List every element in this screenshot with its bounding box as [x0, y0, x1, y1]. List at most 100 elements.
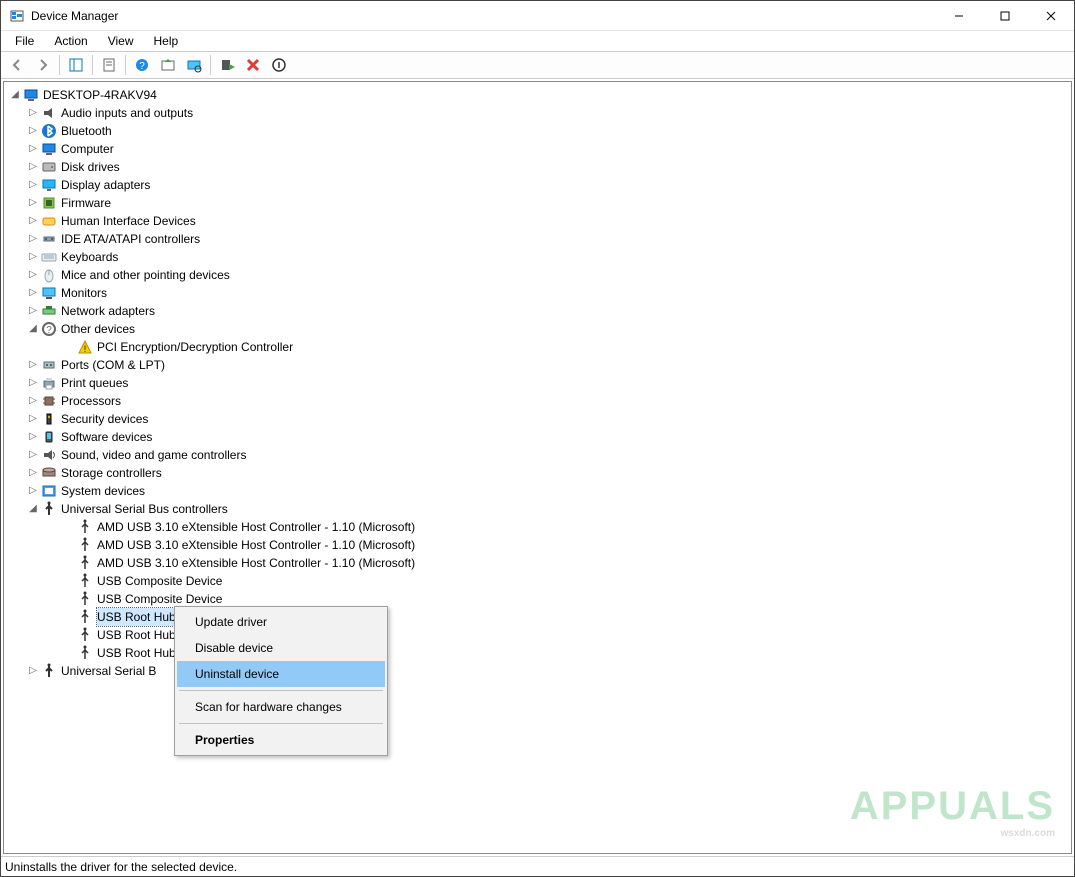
tree-item-label: USB Composite Device: [97, 572, 222, 590]
menu-file[interactable]: File: [7, 32, 42, 50]
expand-arrow-icon[interactable]: ▷: [26, 356, 40, 374]
menu-view[interactable]: View: [100, 32, 142, 50]
expand-arrow-icon[interactable]: ▷: [26, 140, 40, 158]
display-icon: [40, 177, 58, 193]
help-button[interactable]: ?: [130, 53, 154, 77]
expand-arrow-icon[interactable]: ▷: [26, 482, 40, 500]
expand-arrow-icon[interactable]: ▷: [26, 302, 40, 320]
tree-item-usb-composite-device[interactable]: USB Composite Device: [8, 590, 1067, 608]
toolbar: ?: [1, 51, 1074, 79]
computer-icon: [22, 87, 40, 103]
expand-arrow-icon[interactable]: ▷: [26, 176, 40, 194]
tree-item-universal-serial-bus-controllers[interactable]: ◢ Universal Serial Bus controllers: [8, 500, 1067, 518]
tree-item-keyboards[interactable]: ▷Keyboards: [8, 248, 1067, 266]
expand-arrow-icon[interactable]: ▷: [26, 158, 40, 176]
ctx-update-driver[interactable]: Update driver: [177, 609, 385, 635]
expand-arrow-icon[interactable]: ▷: [26, 248, 40, 266]
tree-item-software-devices[interactable]: ▷Software devices: [8, 428, 1067, 446]
tree-item-usb-root-hub-usb-3-0[interactable]: USB Root Hub: [8, 608, 1067, 626]
expand-arrow-icon[interactable]: ◢: [8, 86, 22, 104]
tree-item-computer[interactable]: ▷ Computer: [8, 140, 1067, 158]
tree-item-label: Human Interface Devices: [61, 212, 196, 230]
expand-arrow-icon[interactable]: ▷: [26, 662, 40, 680]
expand-arrow-icon[interactable]: ▷: [26, 428, 40, 446]
expand-arrow-icon[interactable]: ▷: [26, 284, 40, 302]
expand-arrow-icon[interactable]: ▷: [26, 446, 40, 464]
forward-button[interactable]: [31, 53, 55, 77]
tree-item-label: Print queues: [61, 374, 128, 392]
ctx-disable-device[interactable]: Disable device: [177, 635, 385, 661]
svg-text:?: ?: [139, 61, 145, 72]
tree-item-label: Firmware: [61, 194, 111, 212]
expand-arrow-icon[interactable]: ▷: [26, 104, 40, 122]
tree-item-label: Computer: [61, 140, 114, 158]
tree-item-mice-and-other-pointing-devices[interactable]: ▷Mice and other pointing devices: [8, 266, 1067, 284]
tree-item-usb-root-hub-usb-3-0[interactable]: USB Root Hub: [8, 644, 1067, 662]
expand-arrow-icon[interactable]: ▷: [26, 212, 40, 230]
ctx-uninstall-device[interactable]: Uninstall device: [177, 661, 385, 687]
port-icon: [40, 357, 58, 373]
storage-icon: [40, 465, 58, 481]
expand-arrow-icon[interactable]: ◢: [26, 500, 40, 518]
tree-item-audio-inputs-and-outputs[interactable]: ▷Audio inputs and outputs: [8, 104, 1067, 122]
tree-item-disk-drives[interactable]: ▷Disk drives: [8, 158, 1067, 176]
menu-help[interactable]: Help: [146, 32, 187, 50]
minimize-button[interactable]: [936, 1, 982, 31]
tree-item-usb-composite-device[interactable]: USB Composite Device: [8, 572, 1067, 590]
tree-item-ports-com-lpt[interactable]: ▷Ports (COM & LPT): [8, 356, 1067, 374]
tree-item-bluetooth[interactable]: ▷Bluetooth: [8, 122, 1067, 140]
tree-item-security-devices[interactable]: ▷Security devices: [8, 410, 1067, 428]
tree-item-label: Monitors: [61, 284, 107, 302]
device-tree-pane[interactable]: ◢DESKTOP-4RAKV94▷Audio inputs and output…: [3, 81, 1072, 854]
enable-device-button[interactable]: [215, 53, 239, 77]
tree-item-universal-serial-bus-devices[interactable]: ▷Universal Serial B: [8, 662, 1067, 680]
tree-item-pci-encryption-decryption-controller[interactable]: PCI Encryption/Decryption Controller: [8, 338, 1067, 356]
back-button[interactable]: [5, 53, 29, 77]
tree-item-human-interface-devices[interactable]: ▷ Human Interface Devices: [8, 212, 1067, 230]
tree-item-processors[interactable]: ▷Processors: [8, 392, 1067, 410]
expand-arrow-icon[interactable]: ▷: [26, 410, 40, 428]
tree-item-monitors[interactable]: ▷ Monitors: [8, 284, 1067, 302]
expand-arrow-icon[interactable]: ▷: [26, 230, 40, 248]
tree-item-ide-ata-atapi-controllers[interactable]: ▷IDE ATA/ATAPI controllers: [8, 230, 1067, 248]
scan-hardware-button[interactable]: [182, 53, 206, 77]
tree-item-label: USB Root Hub: [97, 608, 176, 626]
tree-item-firmware[interactable]: ▷ Firmware: [8, 194, 1067, 212]
disable-device-button[interactable]: [267, 53, 291, 77]
tree-item-amd-usb-3-10-extensible-host-controller-1-10-microsoft[interactable]: AMD USB 3.10 eXtensible Host Controller …: [8, 536, 1067, 554]
properties-button[interactable]: [97, 53, 121, 77]
expand-arrow-icon[interactable]: ▷: [26, 464, 40, 482]
maximize-button[interactable]: [982, 1, 1028, 31]
statusbar: Uninstalls the driver for the selected d…: [1, 856, 1074, 876]
tree-item-sound-video-and-game-controllers[interactable]: ▷Sound, video and game controllers: [8, 446, 1067, 464]
tree-item-amd-usb-3-10-extensible-host-controller-1-10-microsoft[interactable]: AMD USB 3.10 eXtensible Host Controller …: [8, 518, 1067, 536]
expand-arrow-icon[interactable]: ▷: [26, 266, 40, 284]
tree-item-print-queues[interactable]: ▷ Print queues: [8, 374, 1067, 392]
tree-item-other-devices[interactable]: ◢Other devices: [8, 320, 1067, 338]
expand-arrow-icon[interactable]: ▷: [26, 194, 40, 212]
device-manager-window: Device Manager File Action View Help ? ◢…: [0, 0, 1075, 877]
network-icon: [40, 303, 58, 319]
expand-arrow-icon[interactable]: ▷: [26, 374, 40, 392]
ctx-scan-hardware[interactable]: Scan for hardware changes: [177, 694, 385, 720]
keyboard-icon: [40, 249, 58, 265]
tree-item-usb-root-hub-usb-3-0[interactable]: USB Root Hub: [8, 626, 1067, 644]
expand-arrow-icon[interactable]: ▷: [26, 392, 40, 410]
show-hide-tree-button[interactable]: [64, 53, 88, 77]
menu-action[interactable]: Action: [46, 32, 95, 50]
tree-root[interactable]: ◢DESKTOP-4RAKV94: [8, 86, 1067, 104]
tree-item-network-adapters[interactable]: ▷Network adapters: [8, 302, 1067, 320]
tree-item-system-devices[interactable]: ▷System devices: [8, 482, 1067, 500]
cpu-icon: [40, 393, 58, 409]
tree-item-label: Universal Serial Bus controllers: [61, 500, 228, 518]
tree-item-storage-controllers[interactable]: ▷Storage controllers: [8, 464, 1067, 482]
tree-item-amd-usb-3-10-extensible-host-controller-1-10-microsoft[interactable]: AMD USB 3.10 eXtensible Host Controller …: [8, 554, 1067, 572]
close-button[interactable]: [1028, 1, 1074, 31]
tree-item-display-adapters[interactable]: ▷Display adapters: [8, 176, 1067, 194]
expand-arrow-icon[interactable]: ◢: [26, 320, 40, 338]
uninstall-device-button[interactable]: [241, 53, 265, 77]
update-driver-button[interactable]: [156, 53, 180, 77]
ctx-properties[interactable]: Properties: [177, 727, 385, 753]
expand-arrow-icon[interactable]: ▷: [26, 122, 40, 140]
usbdev-icon: [76, 555, 94, 571]
